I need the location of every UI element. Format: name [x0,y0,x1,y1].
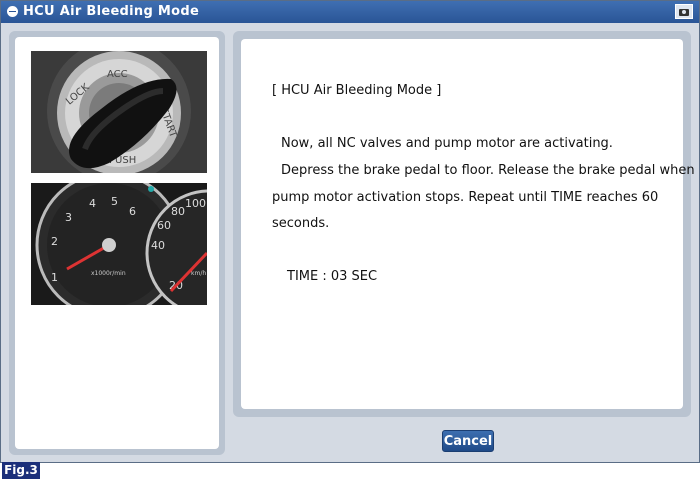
time-readout: TIME : 03 SEC [287,269,378,284]
figure-label: Fig.3 [2,462,40,479]
speed-label-80: 80 [171,205,185,218]
ignition-label-acc: ACC [107,69,128,80]
title-bar: HCU Air Bleeding Mode [1,1,699,23]
image-panel-inner: LOCK ACC START PUSH 1 2 3 4 5 6 x1000r/m… [15,37,219,449]
speed-unit-label: km/h [191,270,206,277]
message-line-4: seconds. [272,216,330,231]
camera-icon[interactable] [675,4,693,19]
window-title: HCU Air Bleeding Mode [23,4,200,19]
tach-label-6: 6 [129,205,136,218]
speed-label-40: 40 [151,239,165,252]
ignition-switch-image: LOCK ACC START PUSH [31,51,207,173]
message-heading: [ HCU Air Bleeding Mode ] [272,83,442,98]
cancel-button[interactable]: Cancel [442,430,494,452]
message-panel-inner: [ HCU Air Bleeding Mode ] Now, all NC va… [241,39,695,409]
message-panel: [ HCU Air Bleeding Mode ] Now, all NC va… [233,31,695,417]
tach-label-1: 1 [51,271,58,284]
circle-icon [7,6,18,17]
message-line-2: Depress the brake pedal to floor. Releas… [281,163,695,178]
tach-label-5: 5 [111,195,118,208]
message-line-1: Now, all NC valves and pump motor are ac… [281,136,613,151]
tach-label-4: 4 [89,197,96,210]
tach-label-2: 2 [51,235,58,248]
image-panel: LOCK ACC START PUSH 1 2 3 4 5 6 x1000r/m… [9,31,225,455]
speed-label-60: 60 [157,219,171,232]
dialog-window: HCU Air Bleeding Mode LOCK ACC START PUS… [0,0,700,463]
message-line-3: pump motor activation stops. Repeat unti… [272,190,659,205]
instrument-cluster-image: 1 2 3 4 5 6 x1000r/min 20 40 60 80 100 k… [31,183,207,305]
speed-label-100: 100 [185,197,206,210]
tach-label-3: 3 [65,211,72,224]
tach-unit-label: x1000r/min [91,270,126,277]
